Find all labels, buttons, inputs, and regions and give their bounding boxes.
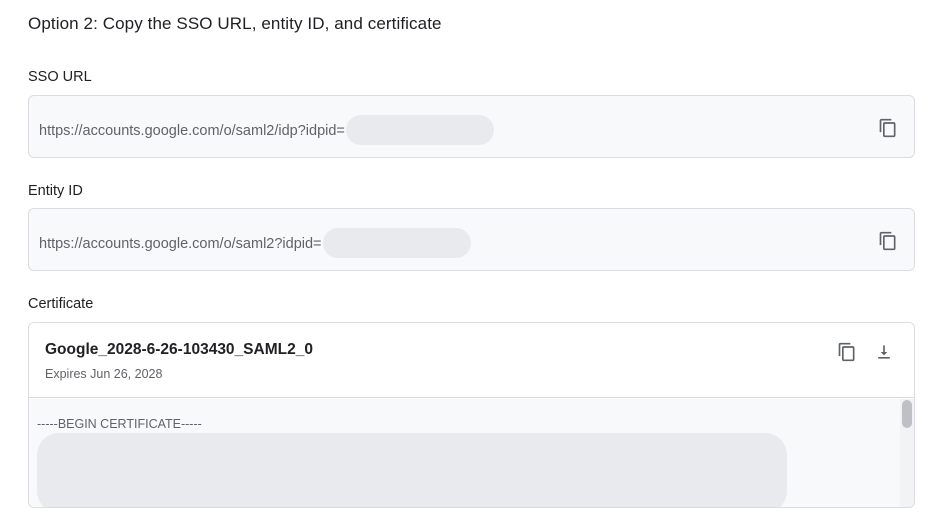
copy-icon[interactable] [878,231,898,251]
redacted-id [322,228,471,258]
entity-id-label: Entity ID [28,183,83,199]
redacted-id [345,115,494,145]
certificate-name: Google_2028-6-26-103430_SAML2_0 [45,341,313,358]
scrollbar-thumb[interactable] [902,400,912,428]
redacted-certificate [37,433,787,507]
sso-url-field[interactable]: https://accounts.google.com/o/saml2/idp?… [28,95,915,158]
sso-url-value: https://accounts.google.com/o/saml2/idp?… [39,122,345,139]
download-icon[interactable] [874,342,894,362]
certificate-expiry: Expires Jun 26, 2028 [45,367,163,381]
sso-url-label: SSO URL [28,69,92,85]
scrollbar-track[interactable] [900,399,914,507]
copy-icon[interactable] [878,118,898,138]
certificate-begin-line: -----BEGIN CERTIFICATE----- [37,417,202,431]
copy-icon[interactable] [837,342,857,362]
certificate-label: Certificate [28,296,94,312]
certificate-header: Google_2028-6-26-103430_SAML2_0 Expires … [29,323,914,398]
certificate-content[interactable]: -----BEGIN CERTIFICATE----- [29,399,914,507]
page-title: Option 2: Copy the SSO URL, entity ID, a… [28,14,442,33]
certificate-card: Google_2028-6-26-103430_SAML2_0 Expires … [28,322,915,508]
entity-id-field[interactable]: https://accounts.google.com/o/saml2?idpi… [28,208,915,271]
entity-id-value: https://accounts.google.com/o/saml2?idpi… [39,235,322,252]
